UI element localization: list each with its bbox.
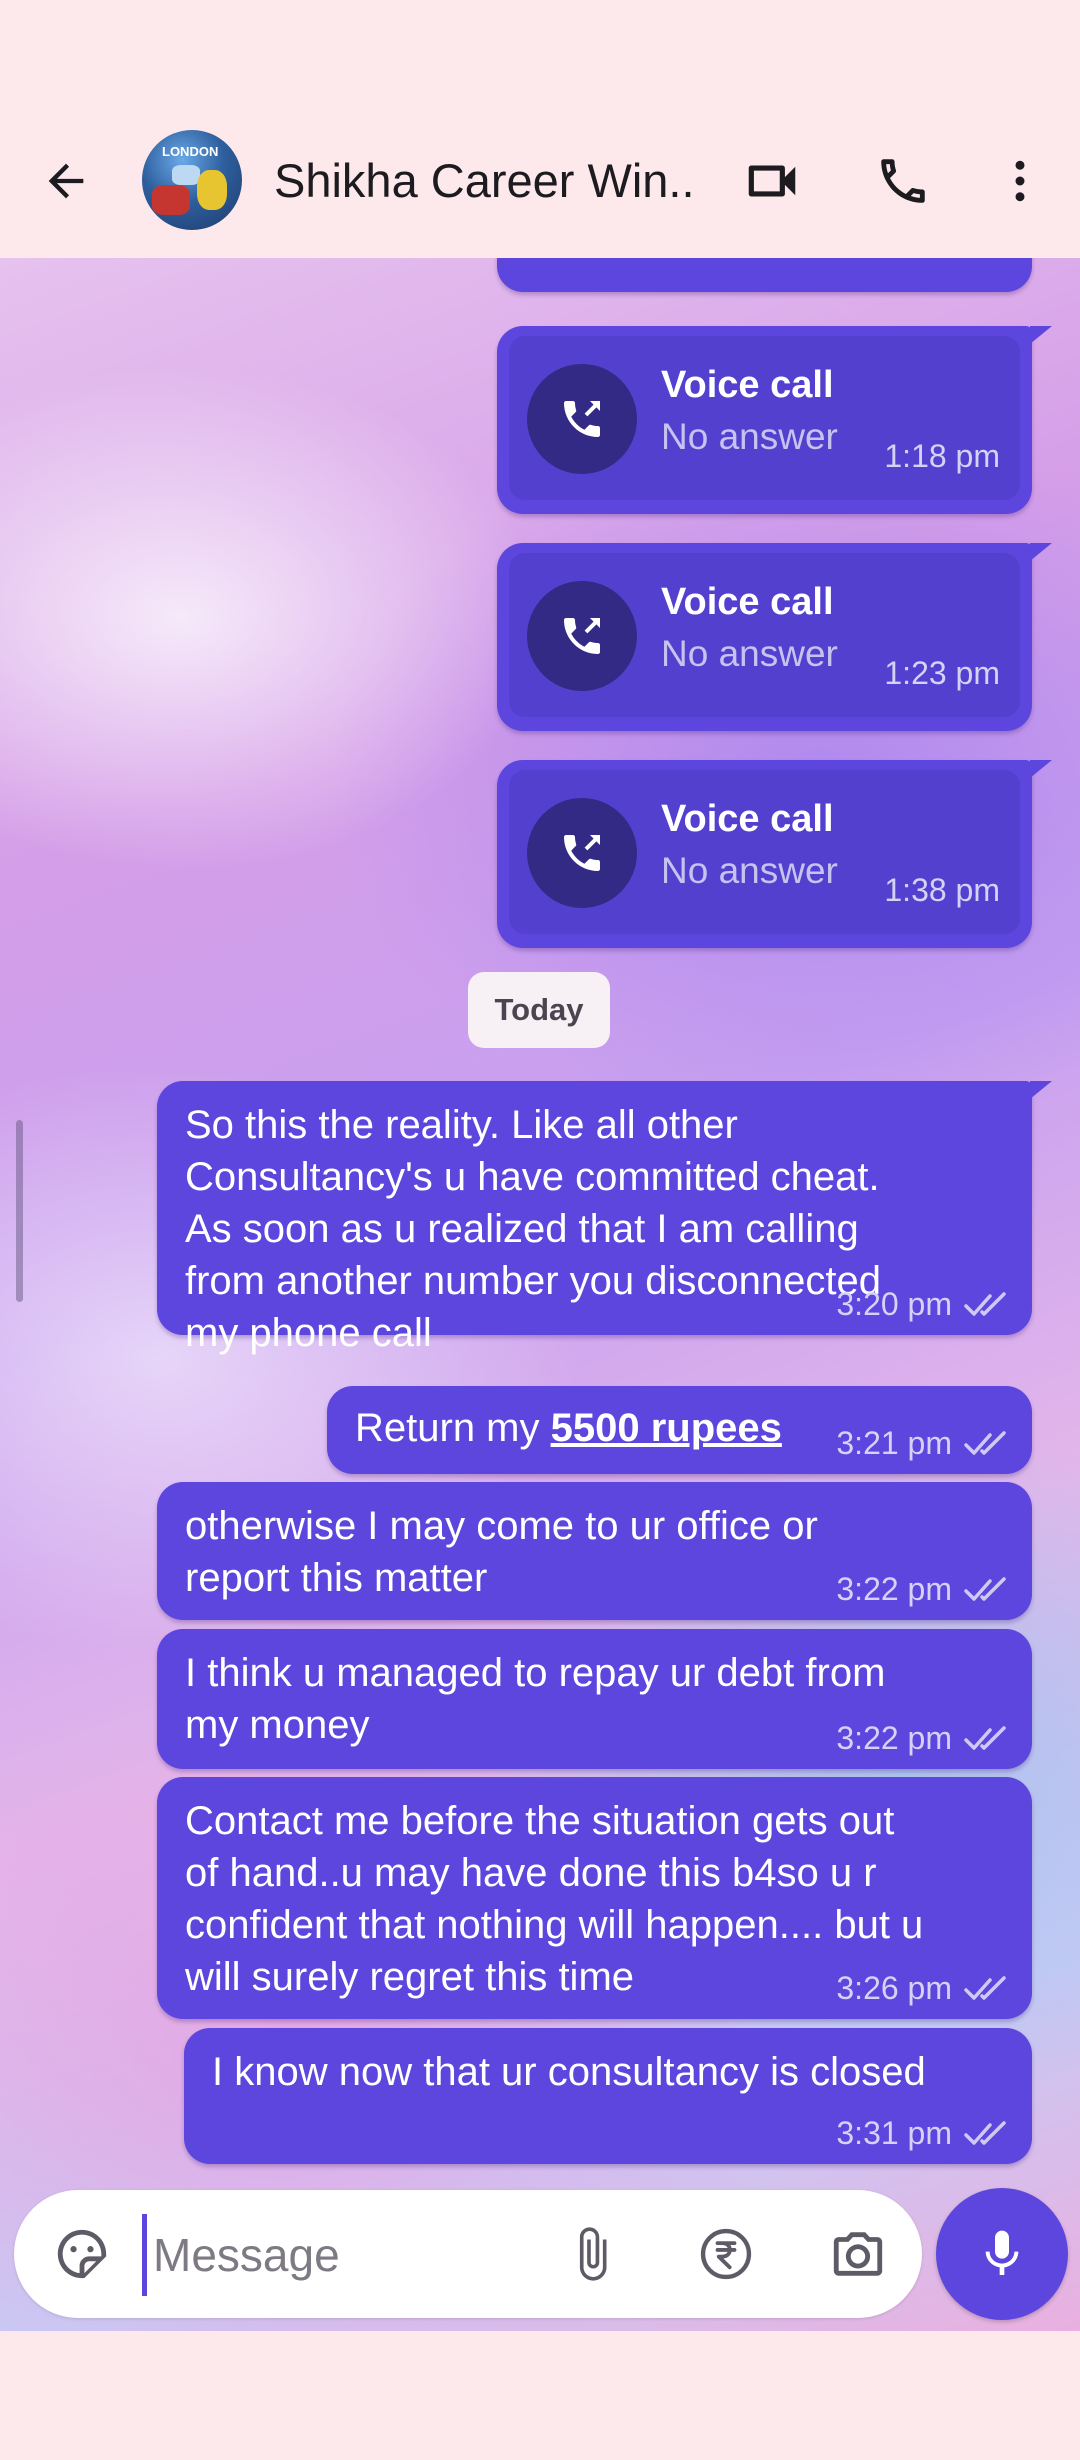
- call-time: 1:23 pm: [884, 655, 1000, 691]
- videocam-icon: [748, 165, 796, 197]
- read-ticks-icon: [964, 1576, 1006, 1601]
- missed-call-icon-circle: [527, 798, 637, 908]
- missed-call-icon-circle: [527, 581, 637, 691]
- more-vert-icon: [1015, 160, 1025, 202]
- attach-button[interactable]: [554, 2216, 630, 2292]
- missed-call-icon-circle: [527, 364, 637, 474]
- outgoing-call-icon: [564, 835, 600, 871]
- call-time: 1:38 pm: [884, 872, 1000, 908]
- message-bubble[interactable]: Contact me before the situation gets out…: [157, 1777, 1032, 2019]
- contact-avatar[interactable]: LONDON: [142, 130, 242, 230]
- sticker-button[interactable]: [44, 2216, 120, 2292]
- amount-link[interactable]: 5500 rupees: [551, 1406, 782, 1450]
- read-ticks-icon: [964, 1725, 1006, 1750]
- back-button[interactable]: [30, 145, 102, 217]
- message-bubble[interactable]: I know now that ur consultancy is closed…: [184, 2028, 1032, 2164]
- phone-icon: [881, 159, 925, 203]
- call-bubble[interactable]: Voice call No answer 1:18 pm: [497, 326, 1052, 514]
- rupee-payment-icon: [700, 2228, 752, 2280]
- message-bubble[interactable]: Return my 5500 rupees 3:21 pm: [327, 1386, 1032, 1474]
- read-ticks-icon: [964, 1975, 1006, 2000]
- read-ticks-icon: [964, 1291, 1006, 1316]
- message-text: Contact me before the situation gets out…: [185, 1799, 924, 1999]
- message-time: 3:21 pm: [836, 1425, 952, 1461]
- message-text: I think u managed to repay ur debt from …: [185, 1651, 886, 1747]
- video-call-button[interactable]: [736, 145, 808, 217]
- camera-icon: [833, 2232, 883, 2276]
- date-divider: Today: [468, 972, 610, 1048]
- status-bar: [0, 0, 1080, 130]
- message-time: 3:22 pm: [836, 1571, 952, 1607]
- message-text: Return my 5500 rupees: [355, 1406, 782, 1450]
- outgoing-call-icon: [564, 618, 600, 654]
- call-title: Voice call: [661, 364, 834, 406]
- message-time: 3:22 pm: [836, 1720, 952, 1756]
- call-time: 1:18 pm: [884, 438, 1000, 474]
- voice-message-button[interactable]: [936, 2188, 1068, 2320]
- call-status: No answer: [661, 633, 838, 674]
- arrow-back-icon: [48, 163, 84, 199]
- camera-button[interactable]: [820, 2216, 896, 2292]
- call-title: Voice call: [661, 798, 834, 840]
- message-text: otherwise I may come to ur office or rep…: [185, 1504, 818, 1600]
- scrollbar[interactable]: [16, 1120, 23, 1302]
- partial-message-bubble[interactable]: [497, 258, 1032, 292]
- avatar-caption: LONDON: [162, 144, 219, 159]
- call-bubble[interactable]: Voice call No answer 1:23 pm: [497, 543, 1052, 731]
- message-time: 3:31 pm: [836, 2115, 952, 2151]
- message-text: I know now that ur consultancy is closed: [212, 2050, 926, 2094]
- sticker-icon: [57, 2229, 107, 2279]
- chat-area[interactable]: Voice call No answer 1:18 pm Voice call …: [0, 258, 1080, 2331]
- navigation-bar-area: [0, 2331, 1080, 2460]
- message-time: 3:26 pm: [836, 1970, 952, 2006]
- more-options-button[interactable]: [984, 145, 1056, 217]
- mic-icon: [985, 2230, 1019, 2275]
- voice-call-button[interactable]: [867, 145, 939, 217]
- call-status: No answer: [661, 416, 838, 457]
- call-status: No answer: [661, 850, 838, 891]
- payment-button[interactable]: [688, 2216, 764, 2292]
- message-bubble[interactable]: I think u managed to repay ur debt from …: [157, 1629, 1032, 1769]
- message-time: 3:20 pm: [836, 1286, 952, 1322]
- read-ticks-icon: [964, 1430, 1006, 1455]
- call-bubble[interactable]: Voice call No answer 1:38 pm: [497, 760, 1052, 948]
- composer-bar: [14, 2190, 922, 2318]
- outgoing-call-icon: [564, 401, 600, 437]
- read-ticks-icon: [964, 2120, 1006, 2145]
- contact-name[interactable]: Shikha Career Win...: [274, 130, 694, 230]
- message-bubble[interactable]: otherwise I may come to ur office or rep…: [157, 1482, 1032, 1620]
- attach-icon: [579, 2227, 607, 2281]
- message-bubble[interactable]: So this the reality. Like all other Cons…: [157, 1081, 1052, 1355]
- call-title: Voice call: [661, 581, 834, 623]
- message-text: So this the reality. Like all other Cons…: [185, 1103, 881, 1355]
- message-input[interactable]: [142, 2214, 555, 2296]
